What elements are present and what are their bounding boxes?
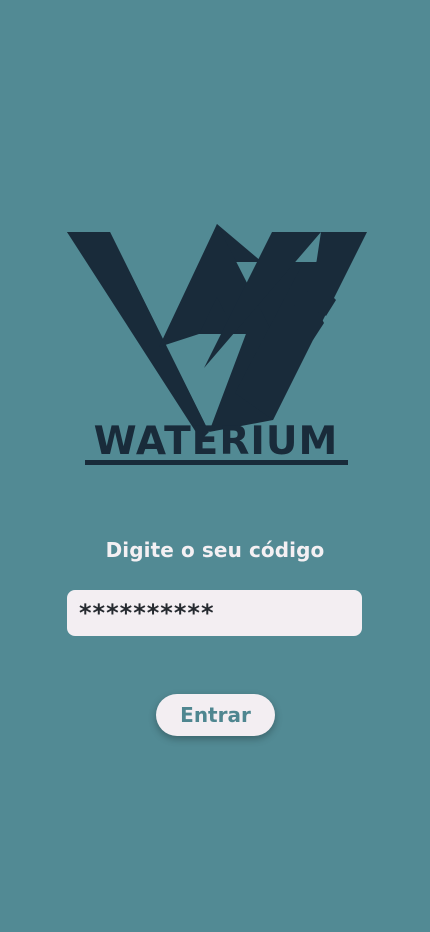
svg-text:WATERIUM: WATERIUM: [94, 419, 339, 464]
waterium-wordmark: WATERIUM: [94, 419, 339, 464]
waterium-logo: WATERIUM: [64, 222, 370, 470]
code-label: Digite o seu código: [105, 538, 325, 562]
logo-underline: [85, 460, 348, 465]
enter-button[interactable]: Entrar: [156, 694, 275, 736]
waterium-logo-icon: WATERIUM: [67, 224, 367, 465]
code-input[interactable]: [67, 590, 362, 636]
